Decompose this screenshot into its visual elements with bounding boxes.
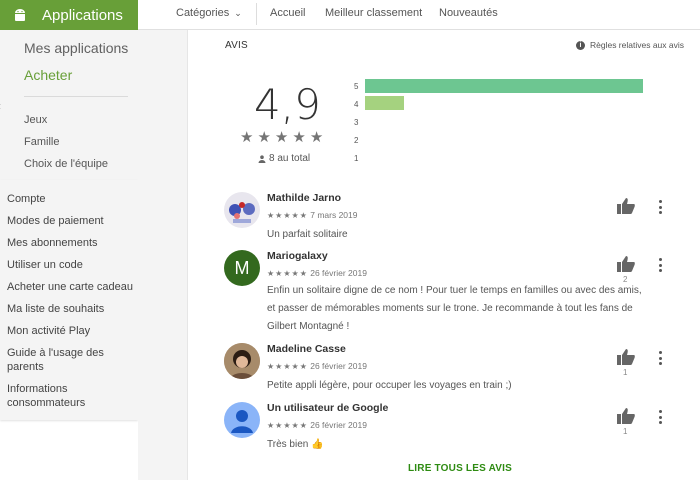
avatar-initial: M [234,257,250,278]
review-item: Un utilisateur de Google ★★★★★ 26 févrie… [224,402,674,458]
histogram-label: 1 [354,154,359,163]
star-icon: ★ [309,129,324,146]
histogram-label: 2 [354,136,359,145]
android-icon [15,9,25,21]
review-date: 7 mars 2019 [310,210,358,220]
categories-label: Catégories [176,7,230,19]
more-options-icon[interactable] [659,410,663,424]
sidebar-item-my-apps[interactable]: Mes applications [24,30,138,57]
sidebar-item-gift-card[interactable]: Acheter une carte cadeau [7,280,138,294]
review-meta: ★★★★★ 26 février 2019 [267,420,367,430]
histogram-label: 3 [354,118,359,127]
more-options-icon[interactable] [659,200,663,214]
like-count: 2 [623,275,628,284]
nav-new-releases[interactable]: Nouveautés [439,7,498,19]
more-options-icon[interactable] [659,351,663,365]
review-item: Mathilde Jarno ★★★★★ 7 mars 2019 Un parf… [224,192,674,248]
star-icon: ★ [274,129,289,146]
top-nav: Catégories ⌄ Accueil Meilleur classement… [138,0,700,30]
review-date: 26 février 2019 [310,361,367,371]
more-options-icon[interactable] [659,258,663,272]
reviewer-name: Mathilde Jarno [267,192,342,204]
sidebar-item-parent-guide[interactable]: Guide à l'usage des parents [7,346,138,374]
rating-stars: ★ ★ ★ ★ ★ [240,128,327,146]
review-rules-label: Règles relatives aux avis [589,40,684,50]
review-text: Un parfait solitaire [267,229,348,240]
review-text: Très bien 👍 [267,439,324,450]
sidebar-item-family[interactable]: Famille [24,131,138,153]
sidebar-item-buy[interactable]: Acheter [24,57,138,84]
applications-header[interactable]: Applications [0,0,138,30]
average-rating: 4,9 [254,80,321,129]
chevron-down-icon: ⌄ [234,8,242,18]
review-meta: ★★★★★ 7 mars 2019 [267,210,357,220]
sidebar-divider [24,96,128,97]
histogram-label: 5 [354,82,359,91]
review-item: Madeline Casse ★★★★★ 26 février 2019 Pet… [224,343,674,399]
review-stars: ★★★★★ [267,211,308,220]
review-date: 26 février 2019 [310,268,367,278]
reviewer-name: Madeline Casse [267,343,346,355]
chevron-left-icon[interactable]: ‹ [0,99,1,113]
reviewer-name: Un utilisateur de Google [267,402,389,414]
histogram-bar-5 [365,79,643,93]
info-icon: i [575,40,585,50]
histogram-label: 4 [354,100,359,109]
review-meta: ★★★★★ 26 février 2019 [267,361,367,371]
histogram-bar-4 [365,96,404,110]
review-text: Petite appli légère, pour occuper les vo… [267,380,512,391]
reviews-card: AVIS i Règles relatives aux avis 4,9 ★ ★… [187,30,700,480]
total-ratings-label: 8 au total [269,153,311,164]
sidebar-item-wishlist[interactable]: Ma liste de souhaits [7,302,138,316]
like-count: 1 [623,427,628,436]
review-stars: ★★★★★ [267,269,308,278]
categories-dropdown[interactable]: Catégories ⌄ [176,7,242,19]
account-panel: Compte Modes de paiement Mes abonnements… [0,180,138,420]
nav-top-charts[interactable]: Meilleur classement [325,7,422,19]
reviewer-avatar[interactable]: M [224,250,260,286]
review-text: Enfin un solitaire digne de ce nom ! Pou… [267,285,642,332]
review-stars: ★★★★★ [267,362,308,371]
sidebar-item-redeem[interactable]: Utiliser un code [7,258,138,272]
sidebar-item-consumer-info[interactable]: Informations consommateurs [7,382,138,410]
sidebar: Applications Mes applications Acheter Je… [0,0,138,480]
review-meta: ★★★★★ 26 février 2019 [267,268,367,278]
thumbs-up-icon[interactable] [617,198,635,214]
reviewer-avatar[interactable] [224,343,260,379]
thumbs-up-icon[interactable] [617,256,635,272]
sidebar-item-activity[interactable]: Mon activité Play [7,324,138,338]
star-icon: ★ [240,129,254,146]
star-icon: ★ [292,129,306,146]
person-icon [258,154,266,163]
reviewer-avatar[interactable] [224,402,260,438]
review-stars: ★★★★★ [267,421,308,430]
reviews-title: AVIS [225,40,248,51]
page-background [138,30,187,480]
thumbs-up-icon[interactable] [617,349,635,365]
thumbs-up-icon[interactable] [617,408,635,424]
nav-home[interactable]: Accueil [270,7,305,19]
sidebar-item-editors-choice[interactable]: Choix de l'équipe [24,153,138,175]
reviewer-avatar[interactable] [224,192,260,228]
review-rules-link[interactable]: i Règles relatives aux avis [575,40,684,50]
like-count: 1 [623,368,628,377]
sidebar-item-payment[interactable]: Modes de paiement [7,214,138,228]
nav-separator [256,3,257,25]
total-ratings: 8 au total [258,153,310,164]
applications-title: Applications [42,6,123,24]
sidebar-item-games[interactable]: Jeux [24,109,138,131]
star-icon: ★ [257,129,271,146]
review-date: 26 février 2019 [310,420,367,430]
sidebar-item-subscriptions[interactable]: Mes abonnements [7,236,138,250]
read-all-reviews-button[interactable]: LIRE TOUS LES AVIS [408,463,512,474]
sidebar-item-account[interactable]: Compte [7,192,138,206]
sidebar-nav-panel: Mes applications Acheter Jeux Famille Ch… [0,30,138,180]
reviewer-name: Mariogalaxy [267,250,328,262]
